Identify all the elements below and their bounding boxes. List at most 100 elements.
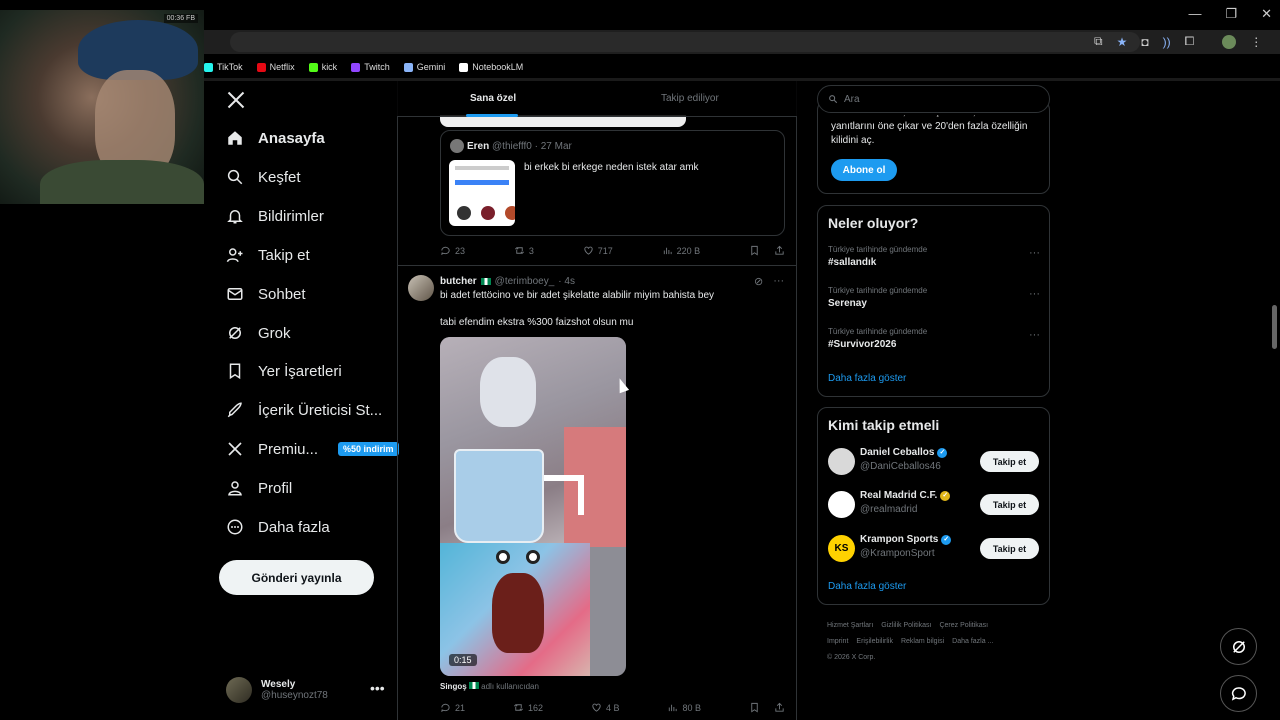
post-time[interactable]: · 4s [558,276,575,287]
who-account[interactable]: Real Madrid C.F. ✓ @realmadrid [860,490,951,515]
search-input[interactable]: Ara [817,85,1050,113]
picture-in-picture-video[interactable]: 00:36 FB [0,10,204,204]
footer-link[interactable]: Gizlilik Politikası [881,622,931,629]
bookmark-favicon-icon [403,62,413,72]
nav-item-more-circle[interactable]: Daha fazla [226,518,330,536]
grok-icon[interactable]: ⊘ [754,275,763,288]
views-button[interactable]: 80 B [667,702,701,713]
reply-button[interactable]: 21 [440,702,465,713]
repost-icon [514,247,524,254]
footer-link[interactable]: Çerez Politikası [939,622,988,629]
premium-description: Reklamları azalt, kazanç elde et, yanıtl… [831,115,1041,148]
nav-item-rocket[interactable]: İçerik Üreticisi St... [226,401,382,419]
extensions-puzzle-icon[interactable]: ⧠ [1185,34,1195,49]
trend-item[interactable]: Türkiye tarihinde gündemde Serenay ··· [828,286,1040,309]
bookmark-item[interactable]: TikTok [204,62,243,72]
account-switcher[interactable]: Wesely @huseynozt78 [226,674,386,706]
more-dots-icon[interactable]: ··· [1029,247,1040,259]
bookmark-item[interactable]: Twitch [351,62,390,72]
share-icon[interactable] [774,702,785,713]
follow-button[interactable]: Takip et [980,538,1039,559]
bookmark-item[interactable]: NotebookLM [459,62,523,72]
author-handle[interactable]: @terimboey_ [495,276,555,287]
trends-show-more[interactable]: Daha fazla göster [828,373,906,384]
reply-count: 21 [455,702,466,713]
video-attribution[interactable]: Singoş adlı kullanıcıdan [440,682,539,691]
avatar[interactable] [828,491,855,518]
video-mouth [492,573,544,653]
footer-link[interactable]: Reklam bilgisi [901,638,944,645]
view-count: 80 B [682,702,701,713]
nav-item-mail[interactable]: Sohbet [226,285,306,303]
profile-avatar-icon[interactable] [1222,34,1237,49]
who-show-more[interactable]: Daha fazla göster [828,581,906,592]
footer-link[interactable]: Hizmet Şartları [827,622,873,629]
bookmark-item[interactable]: kick [308,62,337,72]
avatar[interactable] [408,275,434,301]
bookmark-item[interactable]: Gemini [403,62,446,72]
trend-name: #sallandık [828,257,877,268]
messages-fab[interactable] [1220,675,1257,712]
like-button[interactable]: 717 [583,245,613,256]
speech-icon[interactable]: )) [1163,35,1171,49]
grok-fab[interactable] [1220,628,1257,665]
close-button[interactable]: ✕ [1261,6,1272,22]
nav-item-search[interactable]: Keşfet [226,168,301,186]
avatar[interactable] [828,448,855,475]
who-account[interactable]: Krampon Sports ✓ @KramponSport [860,534,952,559]
bookmark-label: Gemini [416,62,446,72]
trend-item[interactable]: Türkiye tarihinde gündemde #sallandık ··· [828,245,1040,268]
nav-item-x[interactable]: Premiu... %50 indirim [226,440,399,458]
premium-text: yanıtlarını öne çıkar ve 20'den fazla öz… [831,121,1028,146]
footer-link[interactable]: Imprint [827,638,848,645]
more-dots-icon[interactable]: ··· [1029,288,1040,300]
footer-link[interactable]: Erişilebilirlik [856,638,893,645]
minimize-button[interactable]: — [1188,6,1201,22]
more-dots-icon[interactable]: ··· [1029,329,1040,341]
more-dots-icon[interactable]: ••• [370,680,385,696]
menu-kebab-icon[interactable]: ⋮ [1250,35,1262,49]
share-icon[interactable] [774,245,785,256]
trend-item[interactable]: Türkiye tarihinde gündemde #Survivor2026 ·… [828,327,1040,350]
tab-for-you[interactable]: Sana özel [470,93,516,104]
subscribe-button[interactable]: Abone ol [831,159,897,181]
search-placeholder: Ara [844,93,860,105]
pip-badge: 00:36 FB [163,14,198,23]
active-tab-indicator [466,114,518,117]
post-video[interactable]: 0:15 [440,337,626,676]
quoted-image[interactable] [449,160,515,226]
nav-item-person[interactable]: Profil [226,479,292,497]
bookmark-icon[interactable] [749,245,760,256]
repost-button[interactable]: 162 [513,702,543,713]
more-dots-icon[interactable]: ··· [773,275,784,288]
nav-item-home[interactable]: Anasayfa [226,129,325,147]
bookmark-icon[interactable] [749,702,760,713]
follow-button[interactable]: Takip et [980,451,1039,472]
like-button[interactable]: 4 B [591,702,620,713]
author-name[interactable]: butcher [440,276,477,287]
nav-item-bookmark[interactable]: Yer İşaretleri [226,362,342,380]
views-button[interactable]: 220 B [662,245,700,256]
x-logo-icon[interactable] [226,90,246,110]
video-glass [454,449,544,543]
extension-shield-icon[interactable]: ◘ [1141,35,1148,49]
nav-item-grok[interactable]: Grok [226,324,291,342]
repost-button[interactable]: 3 [514,245,534,256]
nav-item-add-user[interactable]: Takip et [226,246,310,264]
avatar[interactable]: KS [828,535,855,562]
nav-item-label: Keşfet [258,168,301,186]
tab-following[interactable]: Takip ediliyor [661,93,719,104]
reply-button[interactable]: 23 [440,245,465,256]
scrollbar-thumb[interactable] [1272,305,1277,349]
bookmark-item[interactable]: Netflix [256,62,295,72]
maximize-button[interactable]: ❐ [1225,6,1237,22]
who-account[interactable]: Daniel Ceballos ✓ @DaniCeballos46 [860,447,948,472]
install-app-icon[interactable]: ⧉ [1094,34,1103,49]
nav-item-bell[interactable]: Bildirimler [226,207,324,225]
star-icon[interactable]: ★ [1117,35,1128,49]
heart-icon [592,703,601,712]
follow-button[interactable]: Takip et [980,494,1039,515]
address-bar[interactable] [230,32,1140,52]
footer-link[interactable]: Daha fazla ... [952,638,993,645]
post-button[interactable]: Gönderi yayınla [219,560,374,595]
